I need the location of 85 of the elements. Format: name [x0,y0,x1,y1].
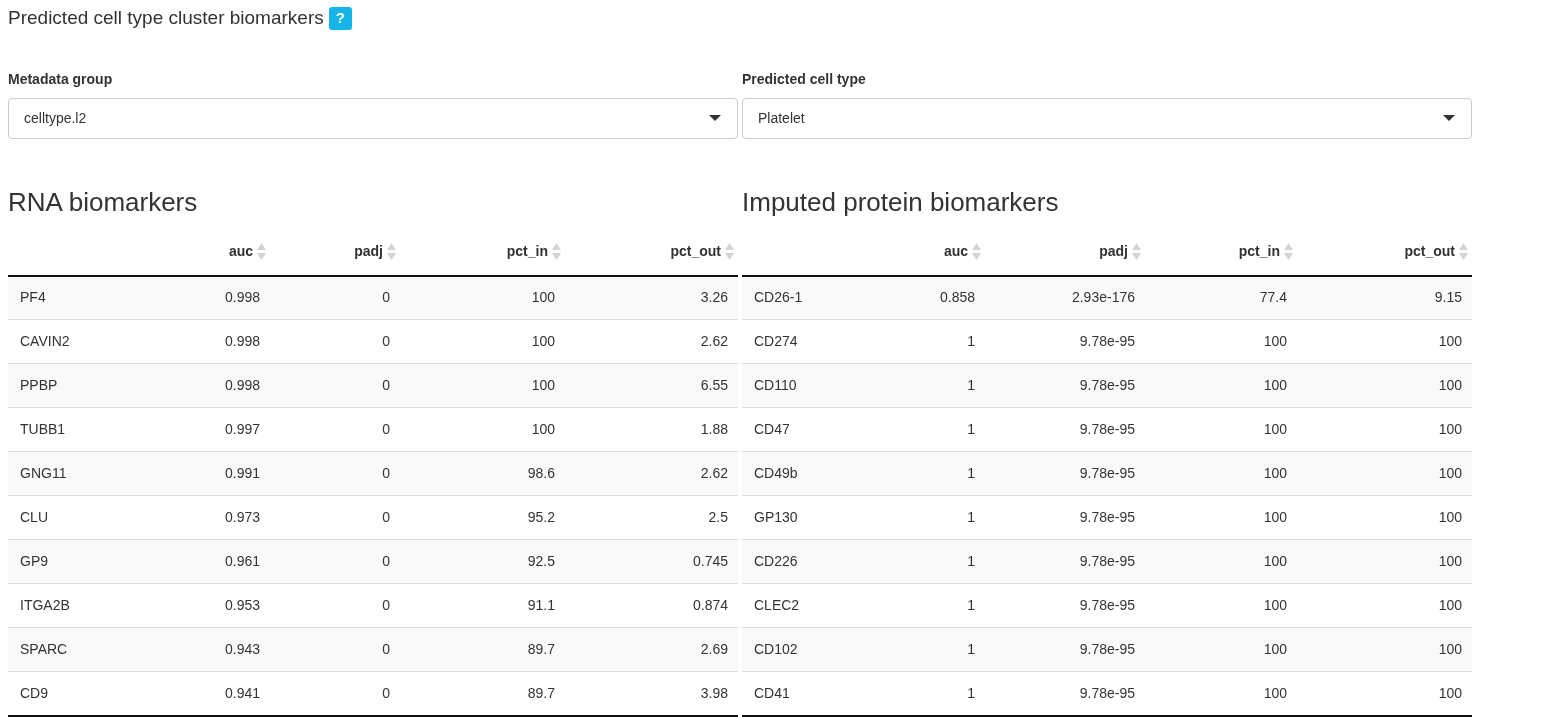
table-cell: 1 [892,451,985,496]
sortable-column-header[interactable]: padj [354,240,396,262]
table-cell: 0 [270,275,400,320]
table-cell: 0.858 [892,275,985,320]
table-cell: 9.78e-95 [985,671,1145,716]
table-cell: 0.991 [178,451,270,496]
table-cell: CD102 [742,627,892,672]
table-cell: 98.6 [400,451,565,496]
table-cell: 0 [270,539,400,584]
table-cell: 100 [1145,671,1297,716]
dropdown-select[interactable]: Platelet [742,97,1472,139]
table-cell: CD41 [742,671,892,716]
table-cell: CD110 [742,363,892,408]
table-cell: 100 [1145,539,1297,584]
table-cell: GP9 [8,539,178,584]
sortable-column-header[interactable]: pct_out [670,240,734,262]
sort-icon [1284,242,1293,260]
table-cell: 0.941 [178,671,270,716]
table-cell: 89.7 [400,627,565,672]
dropdown-caret-icon [709,115,721,121]
table-cell: 100 [1145,363,1297,408]
table-cell: 0.745 [565,539,738,584]
table-cell: 77.4 [1145,275,1297,320]
sort-icon [387,242,396,260]
table-cell: 2.69 [565,627,738,672]
field-label: Predicted cell type [742,69,867,89]
table-cell: 3.26 [565,275,738,320]
table-cell: CD26-1 [742,275,892,320]
table-cell: 9.78e-95 [985,363,1145,408]
table-cell: CD49b [742,451,892,496]
table-cell: 9.15 [1297,275,1472,320]
table-cell: 2.62 [565,451,738,496]
sortable-column-header[interactable]: pct_in [1238,240,1293,262]
table-cell: 2.93e-176 [985,275,1145,320]
table-cell: CD226 [742,539,892,584]
table-cell: PPBP [8,363,178,408]
table-cell: 0 [270,451,400,496]
table-cell: 9.78e-95 [985,539,1145,584]
table-cell: 100 [1297,363,1472,408]
table-cell: 1 [892,671,985,716]
table-cell: 0 [270,671,400,716]
page-title: Predicted cell type cluster biomarkers [8,6,324,30]
table-cell: 1 [892,363,985,408]
table-cell: 0.998 [178,275,270,320]
section-heading: Imputed protein biomarkers [742,186,1060,218]
field-label: Metadata group [8,69,114,89]
table-cell: 1 [892,627,985,672]
sortable-column-header[interactable]: pct_in [506,240,561,262]
sortable-column-header[interactable]: auc [943,240,981,262]
dropdown-select[interactable]: celltype.l2 [8,97,738,139]
table-cell: SPARC [8,627,178,672]
table-cell: GNG11 [8,451,178,496]
table-cell: 6.55 [565,363,738,408]
table-cell: 100 [1297,627,1472,672]
section-heading: RNA biomarkers [8,186,199,218]
sort-icon [257,242,266,260]
table-cell: 9.78e-95 [985,451,1145,496]
table-cell: 100 [1297,539,1472,584]
table-cell: CD9 [8,671,178,716]
table-cell: 100 [400,275,565,320]
table-cell: 100 [1145,627,1297,672]
sort-icon [1459,242,1468,260]
sortable-column-header[interactable]: pct_out [1404,240,1468,262]
table-cell: 0.961 [178,539,270,584]
table-cell: 1 [892,539,985,584]
table-cell: 92.5 [400,539,565,584]
sort-icon [552,242,561,260]
table-cell: 0.943 [178,627,270,672]
table-cell: PF4 [8,275,178,320]
table-cell: 9.78e-95 [985,627,1145,672]
table-cell: 100 [1297,451,1472,496]
table-cell: 0 [270,627,400,672]
table-cell: 0.998 [178,363,270,408]
table-cell: 100 [400,363,565,408]
dropdown-caret-icon [1443,115,1455,121]
table-cell: 3.98 [565,671,738,716]
sortable-column-header[interactable]: padj [1099,240,1141,262]
table-cell: 89.7 [400,671,565,716]
sort-icon [1132,242,1141,260]
sortable-column-header[interactable]: auc [228,240,266,262]
table-cell: 0 [270,363,400,408]
table-cell: 100 [1145,451,1297,496]
sort-icon [725,242,734,260]
sort-icon [972,242,981,260]
table-cell: 100 [1297,671,1472,716]
